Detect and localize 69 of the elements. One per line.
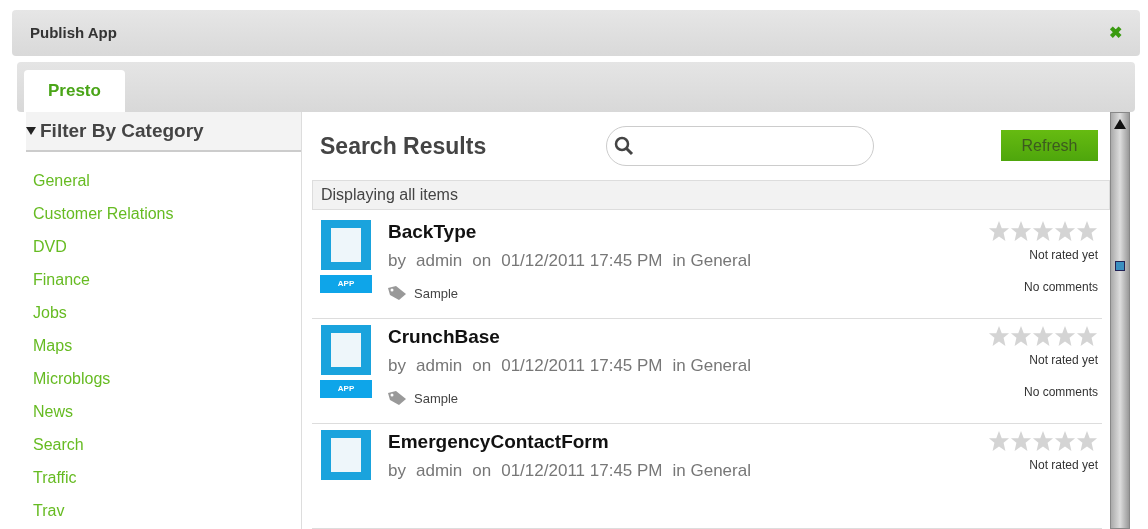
- tag-text[interactable]: Sample: [414, 283, 459, 303]
- app-icon: [321, 325, 371, 375]
- star-icon[interactable]: [1054, 220, 1076, 242]
- meta-text: 01/12/2011 17:45 PM: [501, 460, 663, 482]
- star-icon[interactable]: [988, 430, 1010, 452]
- scroll-up-arrow-icon[interactable]: [1113, 117, 1127, 131]
- scroll-thumb[interactable]: [1115, 261, 1125, 271]
- scrollbar[interactable]: [1110, 112, 1130, 529]
- app-label: APP: [320, 275, 372, 293]
- category-link[interactable]: News: [33, 395, 73, 428]
- category-link[interactable]: Microblogs: [33, 362, 111, 395]
- tag-icon: [388, 286, 406, 301]
- tag-text[interactable]: Sample: [414, 388, 459, 408]
- dialog-title: Publish App: [30, 22, 117, 43]
- app-icon: [321, 220, 371, 270]
- meta-text: by: [388, 355, 406, 377]
- comments-text: No comments: [1023, 384, 1098, 401]
- tab[interactable]: Presto: [24, 70, 125, 112]
- star-icon[interactable]: [1010, 325, 1032, 347]
- meta-text: on: [472, 460, 492, 482]
- refresh-button[interactable]: Refresh: [1001, 130, 1098, 162]
- comments-text: No comments: [1023, 279, 1098, 296]
- meta-text: on: [472, 250, 492, 272]
- category-link[interactable]: DVD: [33, 230, 67, 263]
- meta-text: on: [472, 355, 492, 377]
- meta-text: 01/12/2011 17:45 PM: [501, 250, 663, 272]
- category-link[interactable]: Trav: [33, 494, 65, 527]
- star-icon[interactable]: [1076, 325, 1098, 347]
- star-icon[interactable]: [1032, 325, 1054, 347]
- star-icon[interactable]: [1076, 220, 1098, 242]
- meta-text: 01/12/2011 17:45 PM: [501, 355, 663, 377]
- star-icon[interactable]: [988, 325, 1010, 347]
- meta-text: in General: [672, 250, 751, 272]
- star-icon[interactable]: [1032, 430, 1054, 452]
- rating-text: Not rated yet: [1029, 352, 1098, 369]
- category-link[interactable]: Maps: [33, 329, 73, 362]
- status-bar: Displaying all items: [312, 179, 1110, 210]
- filter-heading[interactable]: Filter By Category: [26, 112, 301, 152]
- meta-text: admin: [415, 355, 463, 377]
- app-name[interactable]: BackType: [388, 220, 988, 244]
- tag-icon: [388, 391, 406, 406]
- app-name[interactable]: EmergencyContactForm: [388, 430, 988, 454]
- rating-text: Not rated yet: [1029, 457, 1098, 474]
- meta-text: admin: [415, 460, 463, 482]
- meta-text: in General: [672, 355, 751, 377]
- star-icon[interactable]: [1010, 430, 1032, 452]
- meta-text: in General: [672, 460, 751, 482]
- search-results-heading: Search Results: [320, 131, 487, 161]
- category-link[interactable]: Finance: [33, 263, 90, 296]
- meta-text: admin: [415, 250, 463, 272]
- star-icon[interactable]: [1076, 430, 1098, 452]
- star-icon[interactable]: [1032, 220, 1054, 242]
- star-icon[interactable]: [988, 220, 1010, 242]
- category-link[interactable]: Search: [33, 428, 84, 461]
- category-link[interactable]: Jobs: [33, 296, 67, 329]
- meta-text: by: [388, 250, 406, 272]
- rating-text: Not rated yet: [1029, 247, 1098, 264]
- star-icon[interactable]: [1010, 220, 1032, 242]
- category-link[interactable]: Customer Relations: [33, 197, 174, 230]
- meta-text: by: [388, 460, 406, 482]
- app-icon: [321, 430, 371, 480]
- app-label: APP: [320, 380, 372, 398]
- close-button[interactable]: ✖: [1109, 25, 1122, 41]
- search-icon: [613, 134, 636, 157]
- category-link[interactable]: Traffic: [33, 461, 77, 494]
- category-link[interactable]: General: [33, 164, 90, 197]
- app-name[interactable]: CrunchBase: [388, 325, 988, 349]
- star-icon[interactable]: [1054, 430, 1076, 452]
- star-icon[interactable]: [1054, 325, 1076, 347]
